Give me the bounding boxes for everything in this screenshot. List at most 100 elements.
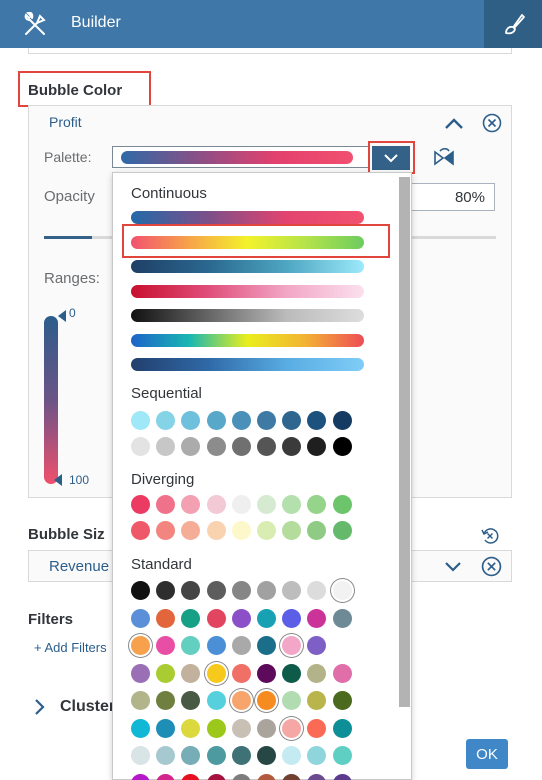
sequential-palette-swatch[interactable] — [181, 411, 201, 430]
standard-color-swatch[interactable] — [282, 581, 302, 600]
ok-button[interactable]: OK — [466, 739, 508, 769]
standard-color-swatch[interactable] — [256, 581, 276, 600]
standard-color-swatch[interactable] — [131, 773, 150, 780]
standard-color-swatch[interactable] — [256, 773, 276, 780]
standard-color-swatch[interactable] — [282, 691, 302, 710]
diverging-palette-swatch[interactable] — [282, 521, 302, 540]
sequential-palette-swatch[interactable] — [156, 436, 176, 456]
standard-color-swatch[interactable] — [256, 691, 276, 710]
remove-measure-button[interactable] — [481, 112, 503, 134]
sequential-palette-swatch[interactable] — [131, 436, 150, 456]
standard-color-swatch[interactable] — [256, 608, 276, 628]
standard-color-row[interactable] — [131, 718, 352, 738]
reverse-palette-icon[interactable] — [432, 148, 456, 168]
sequential-palette-swatch[interactable] — [256, 436, 276, 456]
sequential-palette-swatch[interactable] — [206, 411, 226, 430]
standard-color-swatch[interactable] — [131, 581, 150, 600]
sequential-palette-swatch[interactable] — [307, 436, 327, 456]
diverging-palette-swatch[interactable] — [156, 521, 176, 540]
diverging-palette-swatch[interactable] — [307, 495, 327, 514]
sequential-palette-swatch[interactable] — [206, 436, 226, 456]
standard-color-row[interactable] — [131, 581, 352, 600]
standard-color-row[interactable] — [131, 636, 327, 655]
standard-color-swatch[interactable] — [231, 746, 251, 765]
standard-color-row[interactable] — [131, 773, 352, 780]
standard-color-swatch[interactable] — [307, 636, 327, 655]
sequential-palette-row[interactable] — [131, 411, 352, 430]
sequential-palette-swatch[interactable] — [131, 411, 150, 430]
diverging-palette-swatch[interactable] — [131, 495, 150, 514]
standard-color-swatch[interactable] — [332, 691, 352, 710]
sequential-palette-swatch[interactable] — [307, 411, 327, 430]
chevron-right-icon[interactable] — [32, 698, 46, 716]
sequential-palette-swatch[interactable] — [332, 436, 352, 456]
diverging-palette-row[interactable] — [131, 495, 352, 514]
measure-name[interactable]: Profit — [49, 114, 82, 130]
standard-color-swatch[interactable] — [181, 773, 201, 780]
standard-color-swatch[interactable] — [156, 718, 176, 738]
diverging-palette-swatch[interactable] — [231, 495, 251, 514]
standard-color-swatch[interactable] — [156, 773, 176, 780]
standard-color-swatch[interactable] — [206, 773, 226, 780]
standard-color-swatch[interactable] — [231, 663, 251, 683]
standard-color-swatch[interactable] — [206, 746, 226, 765]
standard-color-swatch[interactable] — [332, 663, 352, 683]
sequential-palette-swatch[interactable] — [181, 436, 201, 456]
standard-color-swatch[interactable] — [131, 608, 150, 628]
standard-color-swatch[interactable] — [231, 608, 251, 628]
standard-color-swatch[interactable] — [282, 636, 302, 655]
palette-select[interactable] — [112, 146, 369, 168]
standard-color-swatch[interactable] — [307, 773, 327, 780]
sequential-palette-swatch[interactable] — [332, 411, 352, 430]
diverging-palette-swatch[interactable] — [156, 495, 176, 514]
range-min-handle[interactable] — [58, 310, 66, 322]
continuous-palette-option[interactable] — [131, 358, 364, 371]
diverging-palette-swatch[interactable] — [206, 495, 226, 514]
standard-color-swatch[interactable] — [307, 663, 327, 683]
standard-color-swatch[interactable] — [206, 718, 226, 738]
standard-color-swatch[interactable] — [156, 608, 176, 628]
standard-color-swatch[interactable] — [156, 663, 176, 683]
diverging-palette-swatch[interactable] — [206, 521, 226, 540]
diverging-palette-swatch[interactable] — [181, 495, 201, 514]
sequential-palette-swatch[interactable] — [231, 411, 251, 430]
continuous-palette-option[interactable] — [131, 260, 364, 273]
designer-tab[interactable] — [484, 0, 542, 48]
standard-color-swatch[interactable] — [307, 608, 327, 628]
diverging-palette-swatch[interactable] — [231, 521, 251, 540]
diverging-palette-swatch[interactable] — [256, 521, 276, 540]
standard-color-swatch[interactable] — [332, 718, 352, 738]
standard-color-swatch[interactable] — [231, 581, 251, 600]
standard-color-swatch[interactable] — [156, 581, 176, 600]
standard-color-swatch[interactable] — [282, 608, 302, 628]
standard-color-swatch[interactable] — [256, 663, 276, 683]
standard-color-swatch[interactable] — [332, 746, 352, 765]
diverging-palette-swatch[interactable] — [332, 521, 352, 540]
standard-color-swatch[interactable] — [332, 773, 352, 780]
standard-color-swatch[interactable] — [231, 636, 251, 655]
standard-color-swatch[interactable] — [131, 663, 150, 683]
standard-color-swatch[interactable] — [332, 608, 352, 628]
standard-color-row[interactable] — [131, 691, 352, 710]
standard-color-row[interactable] — [131, 663, 352, 683]
continuous-palette-option[interactable] — [131, 333, 364, 347]
standard-color-swatch[interactable] — [282, 718, 302, 738]
standard-color-swatch[interactable] — [307, 718, 327, 738]
continuous-palette-option[interactable] — [131, 284, 364, 298]
diverging-palette-swatch[interactable] — [307, 521, 327, 540]
standard-color-swatch[interactable] — [131, 691, 150, 710]
standard-color-swatch[interactable] — [231, 773, 251, 780]
range-max-handle[interactable] — [54, 474, 62, 486]
standard-color-swatch[interactable] — [181, 691, 201, 710]
sequential-palette-swatch[interactable] — [256, 411, 276, 430]
sequential-palette-swatch[interactable] — [282, 436, 302, 456]
standard-color-swatch[interactable] — [256, 746, 276, 765]
standard-color-swatch[interactable] — [181, 663, 201, 683]
close-circle-icon[interactable] — [481, 556, 502, 577]
sequential-palette-row[interactable] — [131, 436, 352, 456]
standard-color-swatch[interactable] — [181, 581, 201, 600]
diverging-palette-swatch[interactable] — [181, 521, 201, 540]
reset-icon[interactable] — [480, 526, 500, 546]
continuous-palette-option[interactable] — [131, 211, 364, 224]
diverging-palette-swatch[interactable] — [282, 495, 302, 514]
